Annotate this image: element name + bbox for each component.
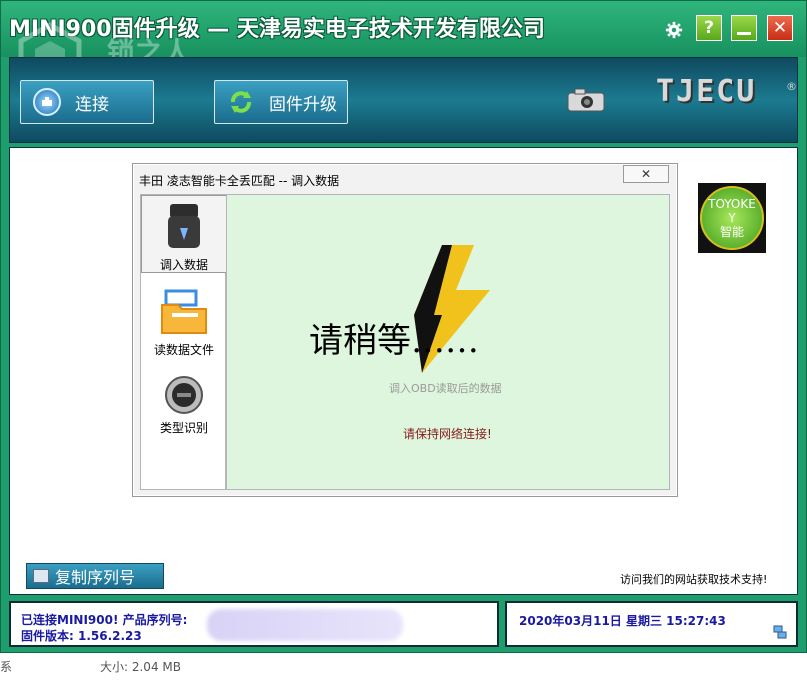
badge-circle: TOYOKE Y 智能	[700, 186, 764, 250]
sidebar-item-read-file[interactable]: 读数据文件	[141, 283, 227, 357]
dialog-close-button[interactable]: ✕	[623, 165, 669, 183]
dialog-title: 丰田 凌志智能卡全丢匹配 -- 调入数据	[139, 174, 340, 188]
sidebar-item-label: 读数据文件	[153, 343, 214, 357]
support-link[interactable]: 访问我们的网站获取技术支持!	[620, 571, 767, 587]
file-info-strip: 系 大小: 2.04 MB	[0, 653, 807, 683]
connect-icon	[33, 88, 61, 116]
network-icon	[773, 625, 787, 639]
camera-icon[interactable]	[567, 88, 605, 112]
firmware-upgrade-button[interactable]: 固件升级	[214, 80, 348, 124]
registered-mark: ®	[786, 80, 797, 93]
refresh-icon	[227, 88, 255, 116]
obd-connector-icon	[168, 204, 200, 248]
status-subtext: 调入OBD读取后的数据	[389, 382, 502, 395]
dialog-sidebar: 调入数据 读数据文件 类型识别	[140, 194, 227, 490]
file-type-fragment: 系	[0, 660, 13, 674]
toyota-smart-key-badge: TOYOKE Y 智能	[698, 183, 766, 253]
device-status-panel: 已连接MINI900! 产品序列号: 固件版本: 1.56.2.23	[9, 601, 499, 647]
sidebar-item-load-data[interactable]: 调入数据	[141, 195, 227, 273]
badge-line-1: TOYOKE	[708, 197, 756, 211]
datetime-panel: 2020年03月11日 星期三 15:27:43	[505, 601, 798, 647]
connect-button[interactable]: 连接	[20, 80, 154, 124]
firmware-upgrade-label: 固件升级	[269, 94, 337, 115]
copy-icon	[33, 569, 49, 583]
badge-line-3: 智能	[719, 225, 744, 239]
app-window: MINI900固件升级 — 天津易实电子技术开发有限公司 锁之人 SUOYIRE…	[0, 0, 807, 653]
sidebar-item-type-identify[interactable]: 类型识别	[141, 371, 227, 441]
sidebar-item-label: 调入数据	[159, 258, 208, 272]
sidebar-item-label: 类型识别	[159, 421, 208, 435]
file-size: 大小: 2.04 MB	[100, 660, 181, 674]
progress-panel: 请稍等…… 调入OBD读取后的数据 请保持网络连接!	[226, 194, 670, 490]
firmware-version: 固件版本: 1.56.2.23	[21, 629, 142, 643]
connect-label: 连接	[75, 94, 109, 115]
serial-redaction	[207, 609, 403, 641]
copy-serial-label: 复制序列号	[55, 568, 136, 587]
connection-status: 已连接MINI900! 产品序列号:	[21, 613, 188, 627]
copy-serial-button[interactable]: 复制序列号	[26, 563, 164, 589]
network-warning: 请保持网络连接!	[403, 427, 492, 441]
status-bar: 已连接MINI900! 产品序列号: 固件版本: 1.56.2.23 2020年…	[9, 601, 798, 647]
start-button-icon	[165, 376, 203, 414]
load-data-dialog: 丰田 凌志智能卡全丢匹配 -- 调入数据 ✕ 调入数据 读数据文件 类型识别 请…	[132, 163, 678, 497]
minimize-icon	[737, 31, 751, 35]
close-button[interactable]: ✕	[767, 15, 793, 41]
brand-logo: TJECU	[656, 74, 757, 109]
window-title: MINI900固件升级 — 天津易实电子技术开发有限公司	[9, 17, 545, 42]
minimize-button[interactable]	[731, 15, 757, 41]
wait-message: 请稍等……	[309, 321, 479, 361]
badge-line-2: Y	[728, 211, 736, 225]
toolbar: 连接 固件升级 TJECU ®	[9, 57, 798, 143]
gear-icon[interactable]	[665, 21, 683, 39]
title-bar: MINI900固件升级 — 天津易实电子技术开发有限公司 锁之人 SUOYIRE…	[1, 1, 806, 90]
main-content: 丰田 凌志智能卡全丢匹配 -- 调入数据 ✕ 调入数据 读数据文件 类型识别 请…	[9, 147, 798, 595]
help-button[interactable]: ?	[696, 15, 722, 41]
folder-icon	[161, 289, 207, 334]
datetime: 2020年03月11日 星期三 15:27:43	[519, 614, 726, 628]
